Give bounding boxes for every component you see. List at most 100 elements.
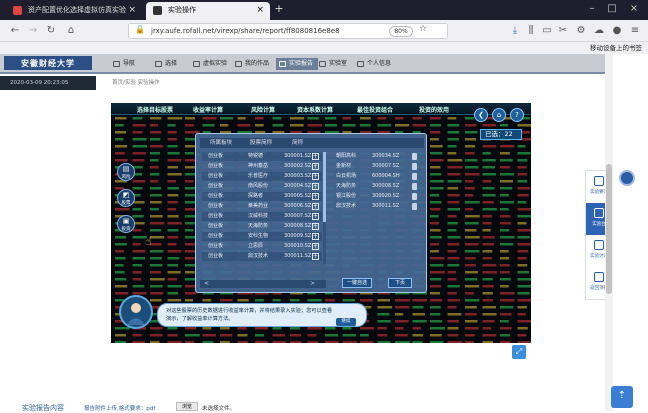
menu-item-report[interactable]: 实验报告 xyxy=(276,58,319,70)
next-page-button[interactable]: > xyxy=(310,280,315,288)
simulation-canvas[interactable]: 选择目标股票 收益率计算 风险计算 资本系数计算 最佳投资组合 投资的效用 ❮ … xyxy=(111,103,531,343)
prev-page-button[interactable]: < xyxy=(204,280,209,288)
fullscreen-icon[interactable]: ⤢ xyxy=(512,345,526,359)
stock-row[interactable]: 创业板 神州泰岳 300002.SZ + xyxy=(202,162,322,171)
chat-icon[interactable]: ☁ xyxy=(592,24,606,38)
add-stock-icon[interactable]: + xyxy=(312,183,319,190)
site-favicon-icon xyxy=(153,6,162,15)
page-scrollbar[interactable] xyxy=(605,54,613,411)
lock-icon: 🔒 xyxy=(135,25,145,34)
menu-item-virtual[interactable]: 虚拟实验 xyxy=(192,58,227,70)
menu-item-works[interactable]: 我的作品 xyxy=(234,58,269,70)
selected-row[interactable]: 朝阳高科 300034.SZ xyxy=(332,152,422,161)
bookmark-star-icon[interactable]: ☆ xyxy=(419,24,427,34)
assistant-continue-button[interactable]: 继续 xyxy=(336,318,356,326)
stock-row[interactable]: 创业板 天海防务 300008.SZ + xyxy=(202,222,322,231)
selected-row[interactable]: 天海防务 300008.SZ xyxy=(332,182,422,191)
left-button-invest[interactable]: ▣ 投资 xyxy=(117,215,135,233)
menu-item-select[interactable]: 选择 xyxy=(154,58,177,70)
add-stock-icon[interactable]: + xyxy=(312,213,319,220)
stock-row[interactable]: 创业板 乐普医疗 300003.SZ + xyxy=(202,172,322,181)
auto-select-button[interactable]: 一键自选 xyxy=(342,278,372,288)
sim-menu-utility[interactable]: 投资的效用 xyxy=(419,105,449,114)
page-scroll-thumb[interactable] xyxy=(606,164,612,294)
mobile-bookmarks[interactable]: 移动设备上的书签 xyxy=(590,42,642,54)
selected-name: 银江股份 xyxy=(336,193,357,199)
account-icon[interactable]: ● xyxy=(610,24,624,38)
reload-icon[interactable]: ↻ xyxy=(44,24,58,38)
extension-icon[interactable]: ⚙ xyxy=(574,24,588,38)
remove-stock-icon[interactable] xyxy=(412,153,417,160)
new-tab-button[interactable]: + xyxy=(272,2,286,16)
sim-menu-portfolio[interactable]: 最佳投资组合 xyxy=(357,105,393,114)
stock-row[interactable]: 创业板 探路者 300005.SZ + xyxy=(202,192,322,201)
remove-stock-icon[interactable] xyxy=(412,173,417,180)
breadcrumb[interactable]: 首页/实验 实验操作 xyxy=(112,76,160,90)
stock-name: 天海防务 xyxy=(248,223,269,229)
selected-row[interactable]: 金新材 300007.SZ xyxy=(332,162,422,171)
stock-board: 创业板 xyxy=(208,203,224,209)
sim-menu-return[interactable]: 收益率计算 xyxy=(193,105,223,114)
screenshot-icon[interactable]: ✂ xyxy=(556,24,570,38)
stock-code: 300006.SZ xyxy=(284,203,312,209)
sim-help-icon[interactable]: ? xyxy=(510,108,524,122)
menu-item-profile[interactable]: 个人信息 xyxy=(356,58,391,70)
left-button-risk[interactable]: ▤ 风险 xyxy=(117,163,135,181)
tab-experiment[interactable]: 实验操作 × xyxy=(146,2,270,20)
stock-row[interactable]: 创业板 汉威科技 300007.SZ + xyxy=(202,212,322,221)
close-tab-icon[interactable]: × xyxy=(128,2,136,18)
remove-stock-icon[interactable] xyxy=(412,163,417,170)
sim-menu-beta[interactable]: 资本系数计算 xyxy=(297,105,333,114)
dialog-next-button[interactable]: 下页 xyxy=(388,278,412,288)
stock-code: 300004.SZ xyxy=(284,183,312,189)
dialog-scroll-thumb[interactable] xyxy=(323,152,326,222)
stock-row[interactable]: 创业板 南风股份 300004.SZ + xyxy=(202,182,322,191)
add-stock-icon[interactable]: + xyxy=(312,243,319,250)
file-browse-button[interactable]: 浏览 xyxy=(176,402,198,411)
sim-home-icon[interactable]: ⌂ xyxy=(492,108,506,122)
stock-row[interactable]: 创业板 鼎汉技术 300011.SZ + xyxy=(202,252,322,261)
minimize-icon[interactable]: – xyxy=(585,2,599,16)
remove-stock-icon[interactable] xyxy=(412,203,417,210)
home-icon[interactable]: ⌂ xyxy=(64,24,78,38)
menu-item-nav[interactable]: 导航 xyxy=(112,58,135,70)
sim-menu-select-stocks[interactable]: 选择目标股票 xyxy=(137,105,173,114)
library-icon[interactable]: ⫼ xyxy=(524,24,538,38)
menu-item-lab[interactable]: 实验室 xyxy=(318,58,347,70)
url-bar[interactable]: 🔒 jrxy.aufe.rofall.net/virexp/share/repo… xyxy=(128,23,448,39)
forward-icon[interactable]: → xyxy=(26,24,40,38)
menu-icon[interactable]: ≡ xyxy=(628,24,642,38)
back-to-top-button[interactable]: ⇡ xyxy=(611,386,633,408)
add-stock-icon[interactable]: + xyxy=(312,163,319,170)
sidebar-icon[interactable]: ▭ xyxy=(540,24,554,38)
add-stock-icon[interactable]: + xyxy=(312,223,319,230)
add-stock-icon[interactable]: + xyxy=(312,193,319,200)
selected-row[interactable]: 鼎汉技术 300011.SZ xyxy=(332,202,422,211)
download-icon[interactable]: ⤓ xyxy=(508,24,522,38)
stock-row[interactable]: 创业板 特锐德 300001.SZ + xyxy=(202,152,322,161)
help-avatar-icon[interactable] xyxy=(619,170,635,186)
left-button-stock[interactable]: ◩ 股票 xyxy=(117,189,135,207)
sim-menu-risk[interactable]: 风险计算 xyxy=(251,105,275,114)
sim-back-icon[interactable]: ❮ xyxy=(474,108,488,122)
back-icon[interactable]: ← xyxy=(8,24,22,38)
remove-stock-icon[interactable] xyxy=(412,193,417,200)
add-stock-icon[interactable]: + xyxy=(312,203,319,210)
close-tab-icon[interactable]: × xyxy=(256,2,264,18)
selected-row[interactable]: 白云机场 600004.SH xyxy=(332,172,422,181)
stock-row[interactable]: 创业板 安科生物 300009.SZ + xyxy=(202,232,322,241)
add-stock-icon[interactable]: + xyxy=(312,253,319,260)
stock-row[interactable]: 创业板 莱美药业 300006.SZ + xyxy=(202,202,322,211)
tab-course[interactable]: 资产配置优化选择虚拟仿真实验 × xyxy=(6,2,142,20)
add-stock-icon[interactable]: + xyxy=(312,173,319,180)
add-stock-icon[interactable]: + xyxy=(312,153,319,160)
stock-row[interactable]: 创业板 立思辰 300010.SZ + xyxy=(202,242,322,251)
remove-stock-icon[interactable] xyxy=(412,183,417,190)
close-window-icon[interactable]: × xyxy=(627,2,641,16)
dialog-scrollbar[interactable] xyxy=(323,152,326,264)
maximize-icon[interactable]: □ xyxy=(605,2,619,16)
selected-row[interactable]: 银江股份 300020.SZ xyxy=(332,192,422,201)
stock-board: 创业板 xyxy=(208,193,224,199)
zoom-level[interactable]: 80% xyxy=(389,26,413,37)
add-stock-icon[interactable]: + xyxy=(312,233,319,240)
